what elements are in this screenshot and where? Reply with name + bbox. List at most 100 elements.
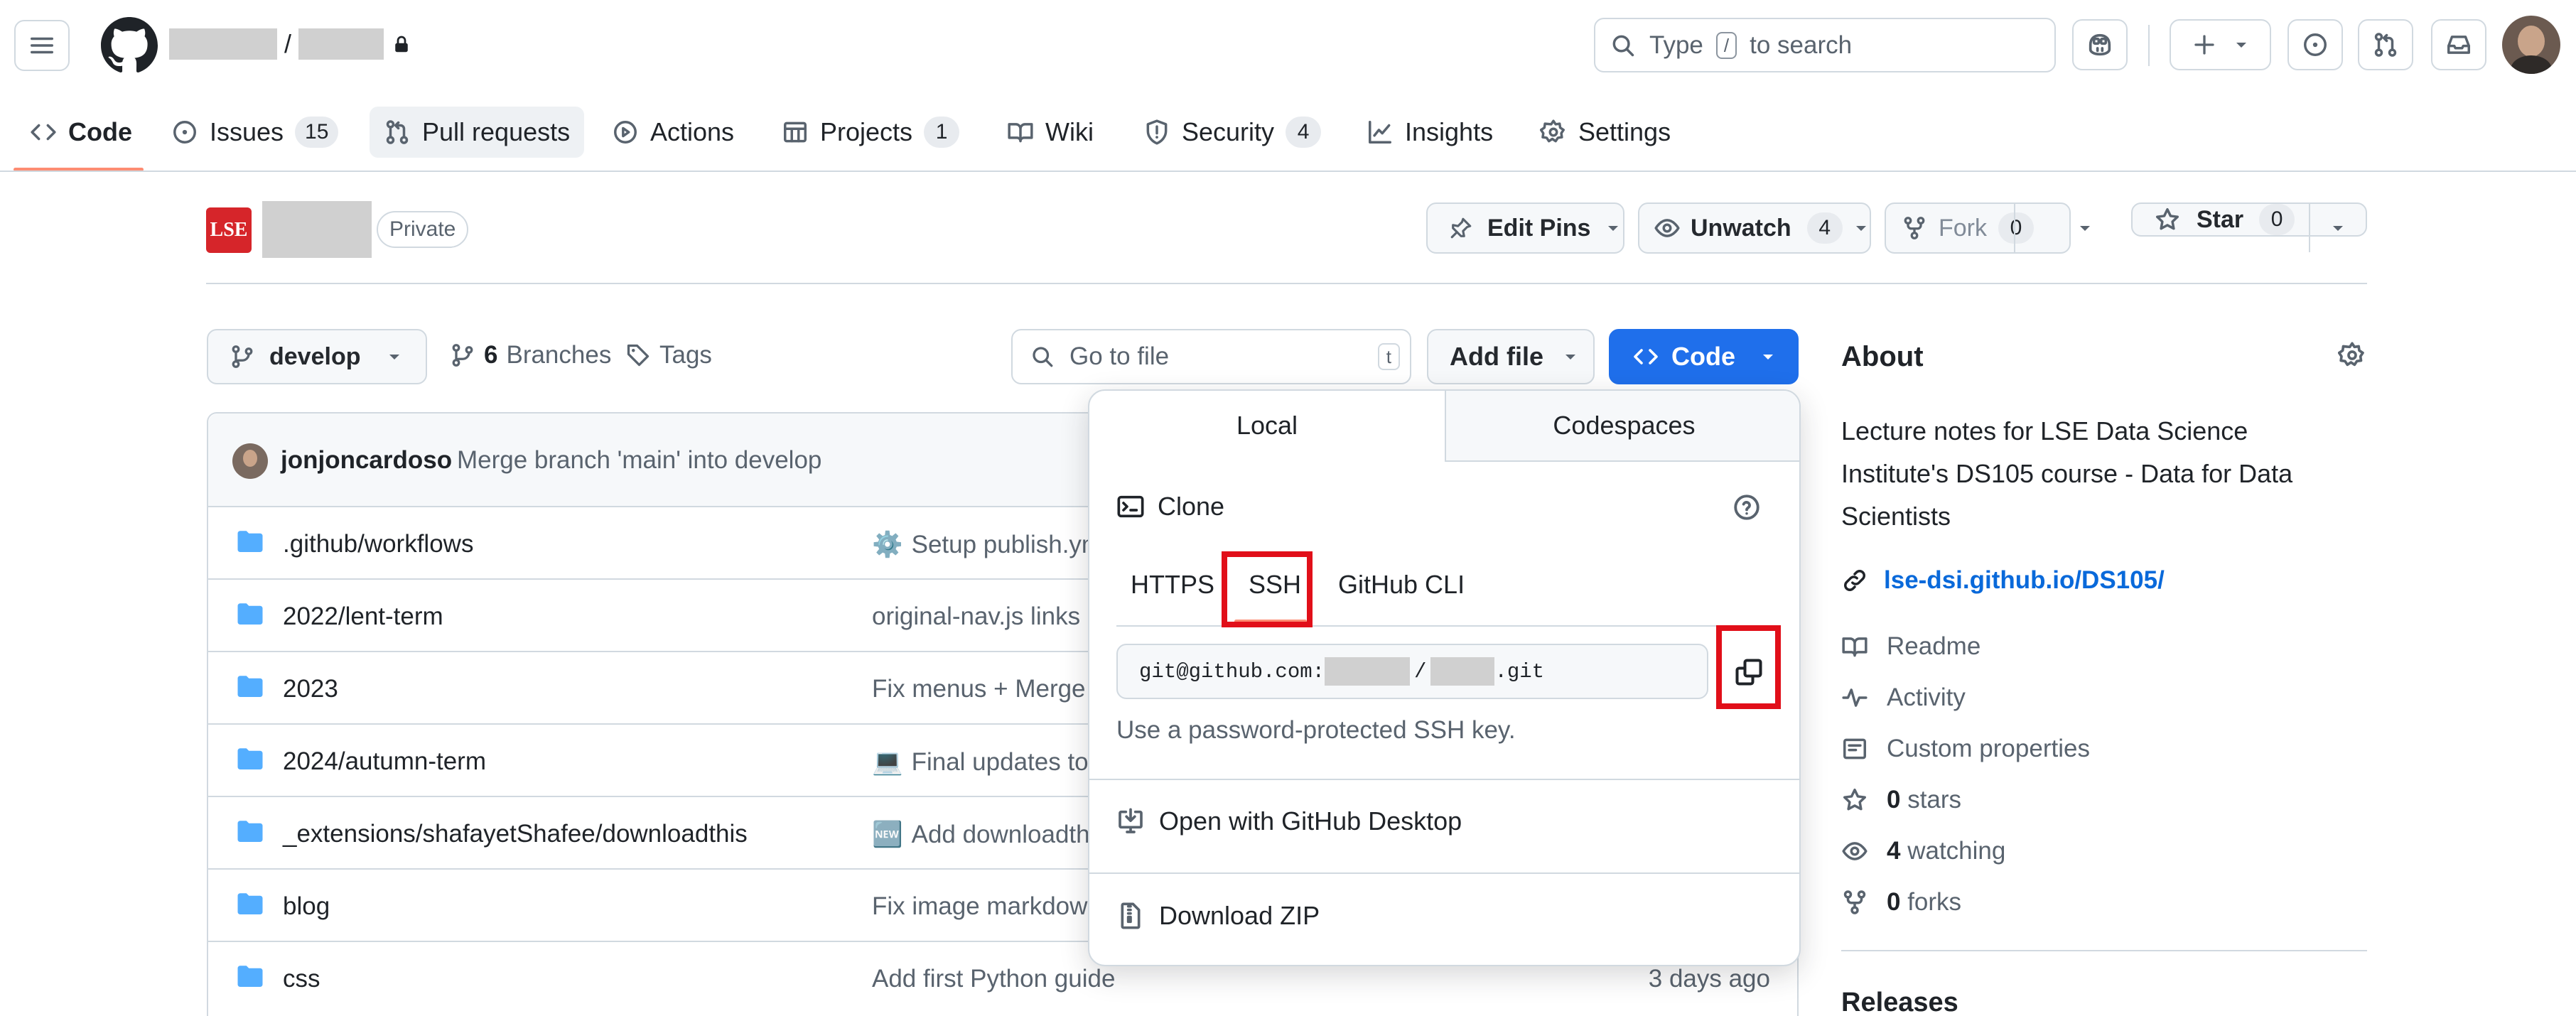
issues-count: 15 <box>295 117 339 148</box>
download-zip-item[interactable]: Download ZIP <box>1116 901 1320 931</box>
protocol-github-cli[interactable]: GitHub CLI <box>1338 570 1465 600</box>
lock-icon <box>395 36 408 53</box>
tags-link[interactable]: Tags <box>625 341 712 369</box>
commit-message-text: Add first Python guide <box>872 965 1116 993</box>
chevron-down-icon <box>1763 355 1773 360</box>
about-forks[interactable]: 0 forks <box>1841 888 1961 917</box>
releases-title[interactable]: Releases <box>1841 988 1958 1016</box>
file-name[interactable]: css <box>283 965 320 993</box>
folder-icon <box>235 890 265 919</box>
unwatch-button[interactable]: Unwatch 4 <box>1638 202 1871 254</box>
file-name[interactable]: 2024/autumn-term <box>283 747 486 776</box>
file-name[interactable]: 2022/lent-term <box>283 602 443 631</box>
folder-icon <box>235 962 265 992</box>
tab-codespaces[interactable]: Codespaces <box>1445 391 1799 462</box>
help-icon[interactable] <box>1732 492 1762 522</box>
about-activity[interactable]: Activity <box>1841 683 1966 712</box>
tab-wiki[interactable]: Wiki <box>998 107 1102 158</box>
tags-label: Tags <box>659 341 712 369</box>
tab-label: Wiki <box>1045 117 1094 146</box>
file-commit-message[interactable]: Add first Python guide <box>872 965 1115 993</box>
menu-button[interactable] <box>14 20 70 71</box>
pull-requests-button[interactable] <box>2358 19 2413 70</box>
eye-icon <box>1654 219 1680 237</box>
file-commit-message[interactable]: Fix image markdown <box>872 892 1101 921</box>
folder-icon <box>235 527 265 557</box>
chevron-down-icon[interactable] <box>2076 220 2093 237</box>
tab-issues[interactable]: Issues 15 <box>163 107 347 158</box>
branch-icon <box>232 345 253 368</box>
about-stars[interactable]: 0 stars <box>1841 786 1961 814</box>
graph-icon <box>1369 121 1391 144</box>
about-watching[interactable]: 4 watching <box>1841 837 2005 865</box>
create-new-button[interactable] <box>2170 19 2271 70</box>
file-name[interactable]: 2023 <box>283 675 338 703</box>
file-name[interactable]: .github/workflows <box>283 530 473 558</box>
about-description: Lecture notes for LSE Data Science Insti… <box>1841 416 2293 531</box>
file-commit-message[interactable]: ⚙️ Setup publish.ym <box>872 530 1102 559</box>
book-icon <box>1008 123 1033 143</box>
open-desktop-item[interactable]: Open with GitHub Desktop <box>1116 806 1462 836</box>
commit-message-text: Fix image markdown <box>872 892 1101 920</box>
file-name[interactable]: _extensions/shafayetShafee/downloadthis <box>283 820 748 848</box>
file-commit-message[interactable]: original-nav.js links <box>872 602 1080 631</box>
about-website-link[interactable]: lse-dsi.github.io/DS105/ <box>1841 566 2165 595</box>
issues-button[interactable] <box>2287 19 2343 70</box>
inbox-button[interactable] <box>2431 19 2486 70</box>
add-file-button[interactable]: Add file <box>1427 329 1595 384</box>
tab-local[interactable]: Local <box>1089 391 1445 462</box>
pull-request-icon <box>2374 33 2397 57</box>
go-to-file-input[interactable]: Go to file t <box>1011 329 1411 384</box>
repo-name[interactable] <box>298 28 384 60</box>
chevron-down-icon[interactable] <box>2329 220 2346 237</box>
commit-author-avatar[interactable] <box>232 443 268 479</box>
file-commit-message[interactable]: 🆕 Add downloadth <box>872 820 1090 849</box>
copilot-icon <box>2089 33 2111 56</box>
code-button[interactable]: Code <box>1609 329 1799 384</box>
file-commit-message[interactable]: Fix menus + Merge <box>872 675 1086 703</box>
user-avatar[interactable] <box>2502 16 2560 74</box>
about-custom-properties[interactable]: Custom properties <box>1841 735 2090 763</box>
tab-label: Insights <box>1405 117 1494 146</box>
tab-label: Projects <box>820 117 913 146</box>
edit-pins-button[interactable]: Edit Pins <box>1426 202 1624 254</box>
unwatch-label: Unwatch <box>1691 214 1791 242</box>
protocol-https[interactable]: HTTPS <box>1131 570 1214 600</box>
tab-pull-requests[interactable]: Pull requests <box>370 107 585 158</box>
branch-name: develop <box>269 342 361 370</box>
commit-emoji: 💻 <box>872 748 903 776</box>
chevron-down-icon <box>1565 355 1575 360</box>
github-logo[interactable] <box>101 17 158 74</box>
search-placeholder-post: to search <box>1750 31 1853 59</box>
inbox-icon <box>2447 36 2470 54</box>
tab-insights[interactable]: Insights <box>1358 107 1502 158</box>
copilot-button[interactable] <box>2072 19 2128 70</box>
global-search[interactable]: Type / to search <box>1594 18 2056 72</box>
file-commit-time: 3 days ago <box>1648 965 1770 993</box>
branch-selector[interactable]: develop <box>207 329 427 384</box>
tab-code[interactable]: Code <box>21 107 141 158</box>
go-to-file-placeholder: Go to file <box>1069 342 1170 370</box>
tab-actions[interactable]: Actions <box>603 107 743 158</box>
commit-author[interactable]: jonjoncardoso <box>281 446 452 475</box>
about-readme[interactable]: Readme <box>1841 632 1980 661</box>
gear-icon[interactable] <box>2338 341 2366 369</box>
tab-security[interactable]: Security 4 <box>1135 107 1330 158</box>
issue-icon <box>173 121 196 144</box>
owner-name[interactable] <box>169 28 277 60</box>
visibility-badge: Private <box>377 211 469 248</box>
fork-button[interactable]: Fork 0 <box>1885 202 2071 254</box>
branches-link[interactable]: 6 Branches <box>450 341 611 369</box>
repo-title <box>262 201 372 258</box>
file-commit-message[interactable]: 💻 Final updates to <box>872 747 1089 777</box>
commit-message[interactable]: Merge branch 'main' into develop <box>457 446 821 475</box>
tab-settings[interactable]: Settings <box>1531 107 1679 158</box>
clone-header: Clone <box>1116 492 1224 521</box>
star-icon <box>1843 789 1866 811</box>
tab-projects[interactable]: Projects 1 <box>773 107 968 158</box>
file-name[interactable]: blog <box>283 892 330 921</box>
star-icon <box>2156 208 2179 230</box>
clone-url-field[interactable]: git@github.com: / .git <box>1116 644 1708 699</box>
tab-label: Actions <box>650 117 735 146</box>
star-label: Star <box>2197 205 2244 233</box>
